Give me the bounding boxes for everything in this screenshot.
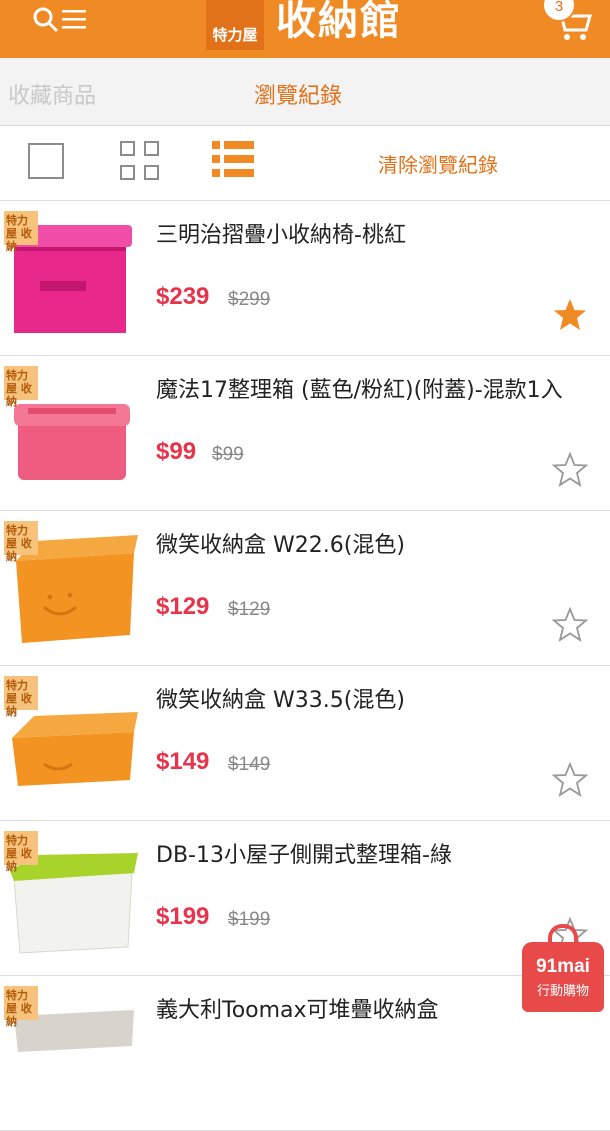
product-name[interactable]: 義大利Toomax可堆疊收納盒: [156, 992, 439, 1024]
list-item[interactable]: 特力屋 收納 DB-13小屋子側開式整理箱-綠 $199 $199: [0, 821, 610, 976]
product-price: $99: [156, 438, 197, 465]
grid-icon[interactable]: [120, 141, 160, 181]
star-icon[interactable]: [552, 762, 588, 798]
original-price: $99: [212, 444, 244, 465]
mai-label: 行動購物: [536, 984, 589, 999]
brand-tag: 特力屋 收納: [4, 676, 38, 718]
brand-tag: 特力屋 收納: [4, 986, 38, 1028]
product-name[interactable]: 微笑收納盒 W33.5(混色): [156, 682, 405, 714]
product-name[interactable]: 魔法17整理箱 (藍色/粉紅)(附蓋)-混款1入: [156, 372, 563, 404]
list-item[interactable]: 特力屋 收納 三明治摺疊小收納椅-桃紅 $239 $299: [0, 201, 610, 356]
mai-brand: 91mai: [536, 956, 590, 977]
star-icon[interactable]: [552, 607, 588, 643]
original-price: $299: [228, 289, 271, 310]
list-icon[interactable]: [212, 141, 254, 177]
brand-tag: 特力屋 收納: [4, 831, 38, 873]
logo-text: 特力屋: [212, 26, 258, 44]
app-header: 特力屋 收納館 3: [0, 0, 610, 58]
clear-history-button[interactable]: 清除瀏覽紀錄: [378, 149, 498, 178]
star-icon[interactable]: [552, 297, 588, 333]
star-icon[interactable]: [552, 452, 588, 488]
page-title: 收納館: [276, 0, 402, 44]
product-price: $239: [156, 283, 210, 310]
list-item[interactable]: 特力屋 收納 微笑收納盒 W22.6(混色) $129 $129: [0, 511, 610, 666]
menu-icon[interactable]: [62, 8, 86, 30]
brand-tag: 特力屋 收納: [4, 366, 38, 408]
list-item[interactable]: 特力屋 收納 魔法17整理箱 (藍色/粉紅)(附蓋)-混款1入 $99 $99: [0, 356, 610, 511]
product-price: $199: [156, 903, 210, 930]
product-price: $149: [156, 748, 210, 775]
tab-browsing-history[interactable]: 瀏覽紀錄: [254, 78, 342, 110]
tab-favorites[interactable]: 收藏商品: [8, 78, 96, 110]
product-name[interactable]: DB-13小屋子側開式整理箱-綠: [156, 837, 452, 869]
product-name[interactable]: 三明治摺疊小收納椅-桃紅: [156, 217, 406, 249]
view-toolbar: 清除瀏覽紀錄: [0, 127, 610, 201]
brand-tag: 特力屋 收納: [4, 521, 38, 563]
mobile-shopping-button[interactable]: 91mai 行動購物: [522, 942, 604, 1012]
search-icon[interactable]: [32, 6, 60, 34]
product-price: $129: [156, 593, 210, 620]
original-price: $129: [228, 599, 271, 620]
list-item[interactable]: 特力屋 收納 義大利Toomax可堆疊收納盒: [0, 976, 610, 1131]
product-name[interactable]: 微笑收納盒 W22.6(混色): [156, 527, 405, 559]
brand-logo[interactable]: 特力屋: [206, 0, 264, 50]
brand-tag: 特力屋 收納: [4, 211, 38, 253]
original-price: $199: [228, 909, 271, 930]
tab-bar: 收藏商品 瀏覽紀錄: [0, 58, 610, 126]
list-item[interactable]: 特力屋 收納 微笑收納盒 W33.5(混色) $149 $149: [0, 666, 610, 821]
product-list: 特力屋 收納 三明治摺疊小收納椅-桃紅 $239 $299 特力屋 收納 魔法1…: [0, 201, 610, 1131]
original-price: $149: [228, 754, 271, 775]
single-view-icon[interactable]: [28, 143, 64, 179]
